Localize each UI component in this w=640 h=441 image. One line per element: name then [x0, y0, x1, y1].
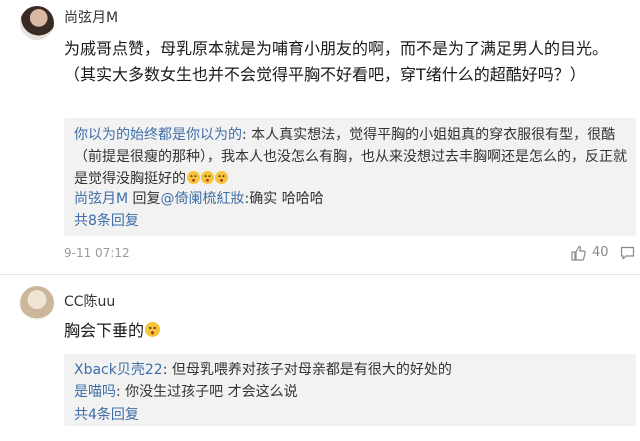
avatar[interactable] — [20, 286, 54, 320]
reply-author[interactable]: 是喵吗 — [74, 384, 116, 400]
like-count: 40 — [592, 245, 609, 260]
thumb-up-icon[interactable] — [570, 245, 586, 261]
reply-word: 回复 — [128, 191, 161, 207]
sweat-emoji — [145, 322, 161, 337]
reply-item: 是喵吗: 你没生过孩子吧 才会这么说 — [74, 381, 630, 403]
laugh-cry-emoji — [187, 171, 200, 184]
comment-timestamp: 9-11 07:12 — [64, 246, 130, 260]
more-replies-link[interactable]: 共4条回复 — [74, 404, 139, 424]
reply-text: :确实 哈哈哈 — [244, 191, 324, 207]
reply-target[interactable]: @倚阑梳紅妝 — [161, 191, 245, 207]
comment-text-content: 胸会下垂的 — [64, 321, 145, 340]
reply-item: 你以为的始终都是你以为的: 本人真实想法，觉得平胸的小姐姐真的穿衣服很有型，很酷… — [74, 124, 630, 190]
reply-author[interactable]: 你以为的始终都是你以为的 — [74, 127, 242, 143]
comment-text: 胸会下垂的 — [64, 318, 624, 344]
reply-author[interactable]: Xback贝壳22 — [74, 362, 163, 378]
comment-text: 为戚哥点赞，母乳原本就是为哺育小朋友的啊，而不是为了满足男人的目光。（其实大多数… — [64, 39, 609, 84]
laugh-cry-emoji — [215, 171, 228, 184]
reply-box: Xback贝壳22: 但母乳喂养对孩子对母亲都是有很大的好处的 是喵吗: 你没生… — [64, 354, 636, 426]
more-replies-link[interactable]: 共8条回复 — [74, 210, 139, 230]
avatar[interactable] — [20, 6, 54, 40]
laugh-cry-emoji — [201, 171, 214, 184]
comment-username[interactable]: CC陈uu — [64, 291, 115, 311]
comment-username[interactable]: 尚弦月M — [64, 7, 118, 27]
reply-item: Xback贝壳22: 但母乳喂养对孩子对母亲都是有很大的好处的 — [74, 359, 630, 381]
reply-item: 尚弦月M 回复@倚阑梳紅妝:确实 哈哈哈 — [74, 188, 630, 210]
comment-icon[interactable] — [620, 246, 635, 260]
reply-text: : 你没生过孩子吧 才会这么说 — [116, 384, 298, 400]
comment-item: CC陈uu 胸会下垂的 Xback贝壳22: 但母乳喂养对孩子对母亲都是有很大的… — [0, 280, 640, 441]
divider — [0, 274, 640, 275]
reply-author[interactable]: 尚弦月M — [74, 191, 128, 207]
reply-text: : 但母乳喂养对孩子对母亲都是有很大的好处的 — [162, 362, 452, 378]
comment-item: 尚弦月M 为戚哥点赞，母乳原本就是为哺育小朋友的啊，而不是为了满足男人的目光。（… — [0, 0, 640, 272]
reply-box: 你以为的始终都是你以为的: 本人真实想法，觉得平胸的小姐姐真的穿衣服很有型，很酷… — [64, 118, 636, 236]
